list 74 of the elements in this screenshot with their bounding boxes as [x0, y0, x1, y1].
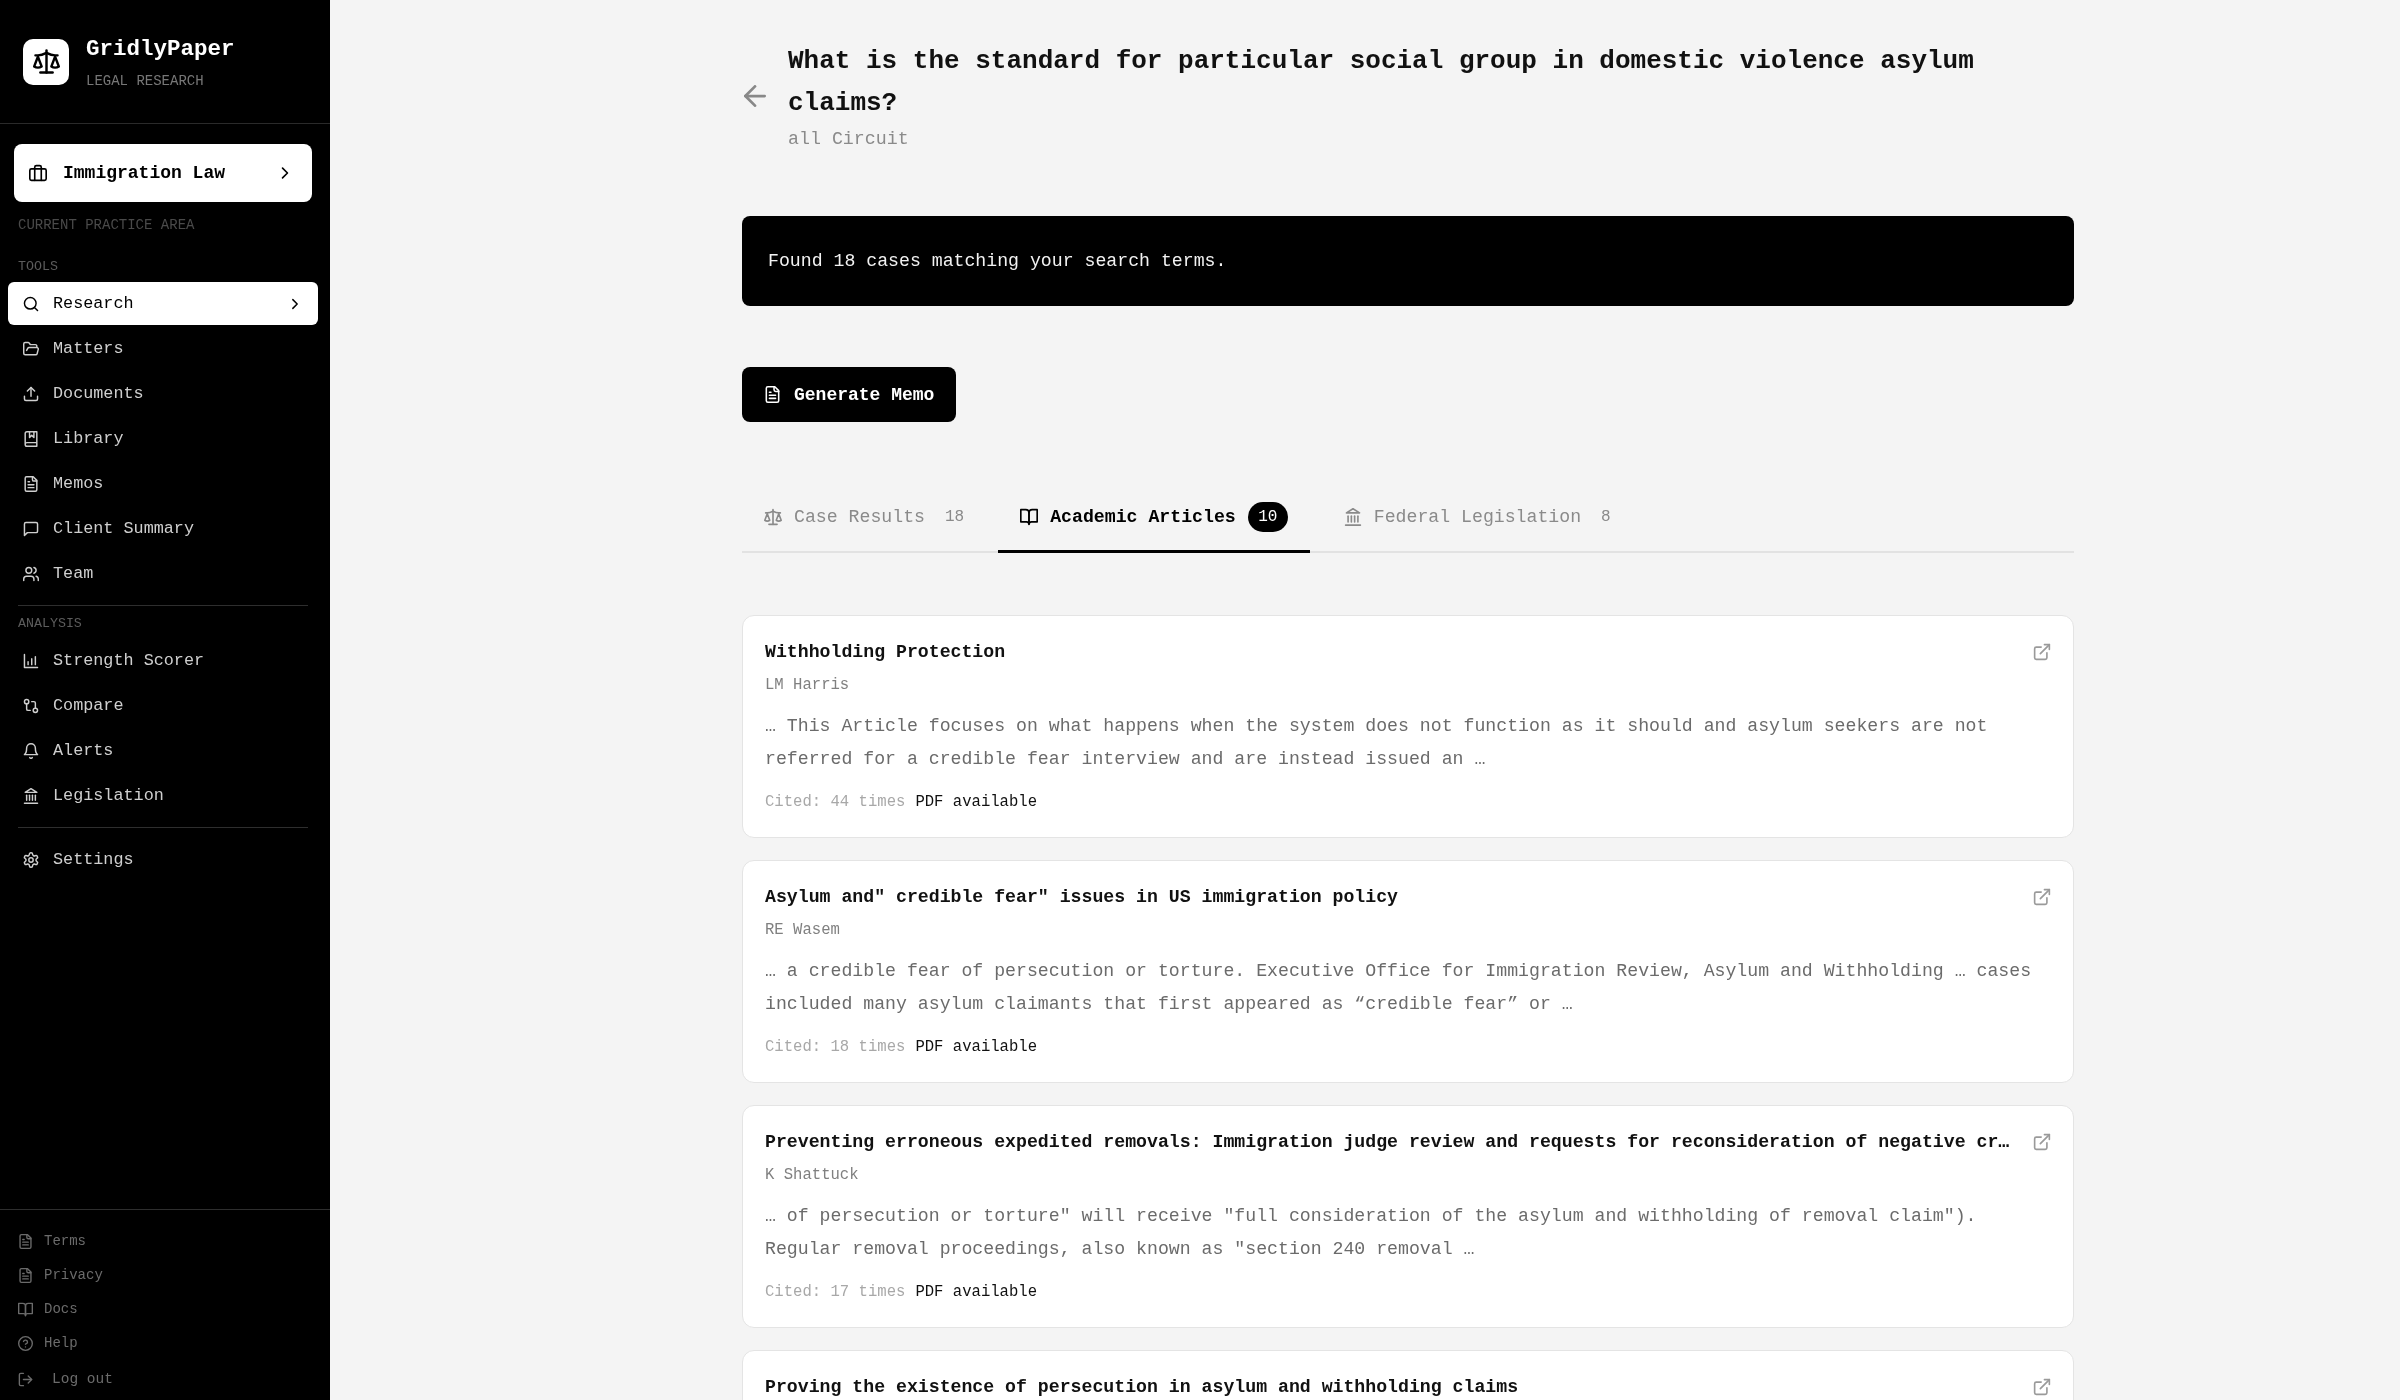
- pdf-availability: PDF available: [915, 1037, 1038, 1058]
- external-link-icon[interactable]: [2033, 643, 2051, 661]
- section-heading: ANALYSIS: [18, 617, 83, 631]
- article-title: Withholding Protection: [765, 641, 1007, 663]
- logout-button[interactable]: Log out: [0, 1364, 113, 1394]
- count-badge: 10: [1247, 502, 1288, 532]
- help-icon: [18, 1335, 33, 1351]
- nav-item[interactable]: Legislation: [8, 774, 318, 817]
- nav-item[interactable]: Research: [8, 282, 318, 325]
- book-icon: [23, 430, 39, 447]
- document-icon: [764, 386, 781, 403]
- footer-link[interactable]: Privacy: [0, 1260, 330, 1290]
- external-link-icon[interactable]: [2033, 1133, 2051, 1151]
- practice-area-caption: CURRENT PRACTICE AREA: [18, 217, 196, 233]
- briefcase-icon: [29, 164, 47, 182]
- jurisdiction-label: all Circuit: [788, 128, 910, 151]
- bar-chart-icon: [23, 652, 39, 669]
- citation-count: Cited: 44 times: [765, 792, 906, 813]
- citation-count: Cited: 17 times: [765, 1282, 906, 1303]
- nav-item[interactable]: Strength Scorer: [8, 639, 318, 682]
- upload-icon: [23, 385, 39, 402]
- compare-icon: [23, 697, 39, 714]
- tab-count: 8: [1601, 508, 1611, 526]
- bell-icon: [23, 742, 39, 759]
- article-title: Proving the existence of persecution in asylum and withholding claims: [765, 1376, 1520, 1398]
- results-message: Found 18 cases matching your search terms.: [768, 251, 1227, 271]
- article-snippet: … This Article focuses on what happens when the system does not function as it should and asylum seekers are not referred for a credible fear interview and are instead issued an …: [765, 715, 1989, 771]
- generate-memo-button[interactable]: Generate Memo: [742, 367, 957, 422]
- document-icon: [23, 475, 39, 492]
- open-book-icon: [18, 1301, 33, 1317]
- folder-icon: [23, 340, 39, 357]
- nav-item[interactable]: Library: [8, 417, 318, 460]
- nav-item[interactable]: Compare: [8, 684, 318, 727]
- article-snippet: … of persecution or torture" will receive "full consideration of the asylum and withholding of removal claim"). Regular removal proceedings, also known as "section 240 removal …: [765, 1205, 1978, 1261]
- nav-item[interactable]: Documents: [8, 372, 318, 415]
- footer-link[interactable]: Help: [0, 1328, 330, 1358]
- external-link-icon[interactable]: [2033, 888, 2051, 906]
- footer-link[interactable]: Terms: [0, 1226, 330, 1256]
- tab-count: 18: [945, 508, 965, 526]
- practice-area-button[interactable]: Immigration Law: [14, 144, 312, 202]
- nav-item[interactable]: Settings: [8, 838, 318, 881]
- people-icon: [23, 565, 39, 582]
- pdf-availability: PDF available: [915, 1282, 1038, 1303]
- logo-icon: [23, 38, 69, 85]
- columned-building-icon: [1343, 508, 1362, 526]
- page-title: What is the standard for particular social group in domestic violence asylum claims?: [788, 45, 1975, 120]
- nav-item[interactable]: Client Summary: [8, 507, 318, 550]
- article-title: Preventing erroneous expedited removals: Immigration judge review and requests for reconsideration of negative cr…: [765, 1131, 2011, 1153]
- external-link-icon[interactable]: [2033, 1378, 2051, 1396]
- article-snippet: … a credible fear of persecution or torture. Executive Office for Immigration Review, Asylum and Withholding … cases included many asylum claimants that first appeared as “credible fear” or …: [765, 960, 2033, 1016]
- chat-bubble-icon: [23, 520, 39, 537]
- app-name: GridlyPaper: [86, 34, 235, 63]
- citation-count: Cited: 18 times: [765, 1037, 906, 1058]
- section-heading: TOOLS: [18, 260, 59, 274]
- columned-building-icon: [23, 787, 39, 804]
- search-icon: [23, 295, 39, 312]
- open-book-icon: [1020, 508, 1039, 526]
- settings-icon: [23, 851, 39, 868]
- article-author: K Shattuck: [765, 1165, 860, 1186]
- nav-item[interactable]: Alerts: [8, 729, 318, 772]
- footer-link[interactable]: Docs: [0, 1294, 330, 1324]
- nav-item[interactable]: Matters: [8, 327, 318, 370]
- article-title: Asylum and" credible fear" issues in US immigration policy: [765, 886, 1400, 908]
- pdf-availability: PDF available: [915, 792, 1038, 813]
- logout-icon: [18, 1371, 33, 1387]
- document-icon: [18, 1233, 33, 1249]
- app-tagline: LEGAL RESEARCH: [86, 72, 205, 89]
- nav-item[interactable]: Memos: [8, 462, 318, 505]
- nav-item[interactable]: Team: [8, 552, 318, 595]
- tab[interactable]: Academic Articles 10: [998, 481, 1310, 553]
- document-icon: [18, 1267, 33, 1283]
- article-author: LM Harris: [765, 675, 851, 696]
- scale-icon: [764, 508, 782, 526]
- article-author: RE Wasem: [765, 920, 841, 941]
